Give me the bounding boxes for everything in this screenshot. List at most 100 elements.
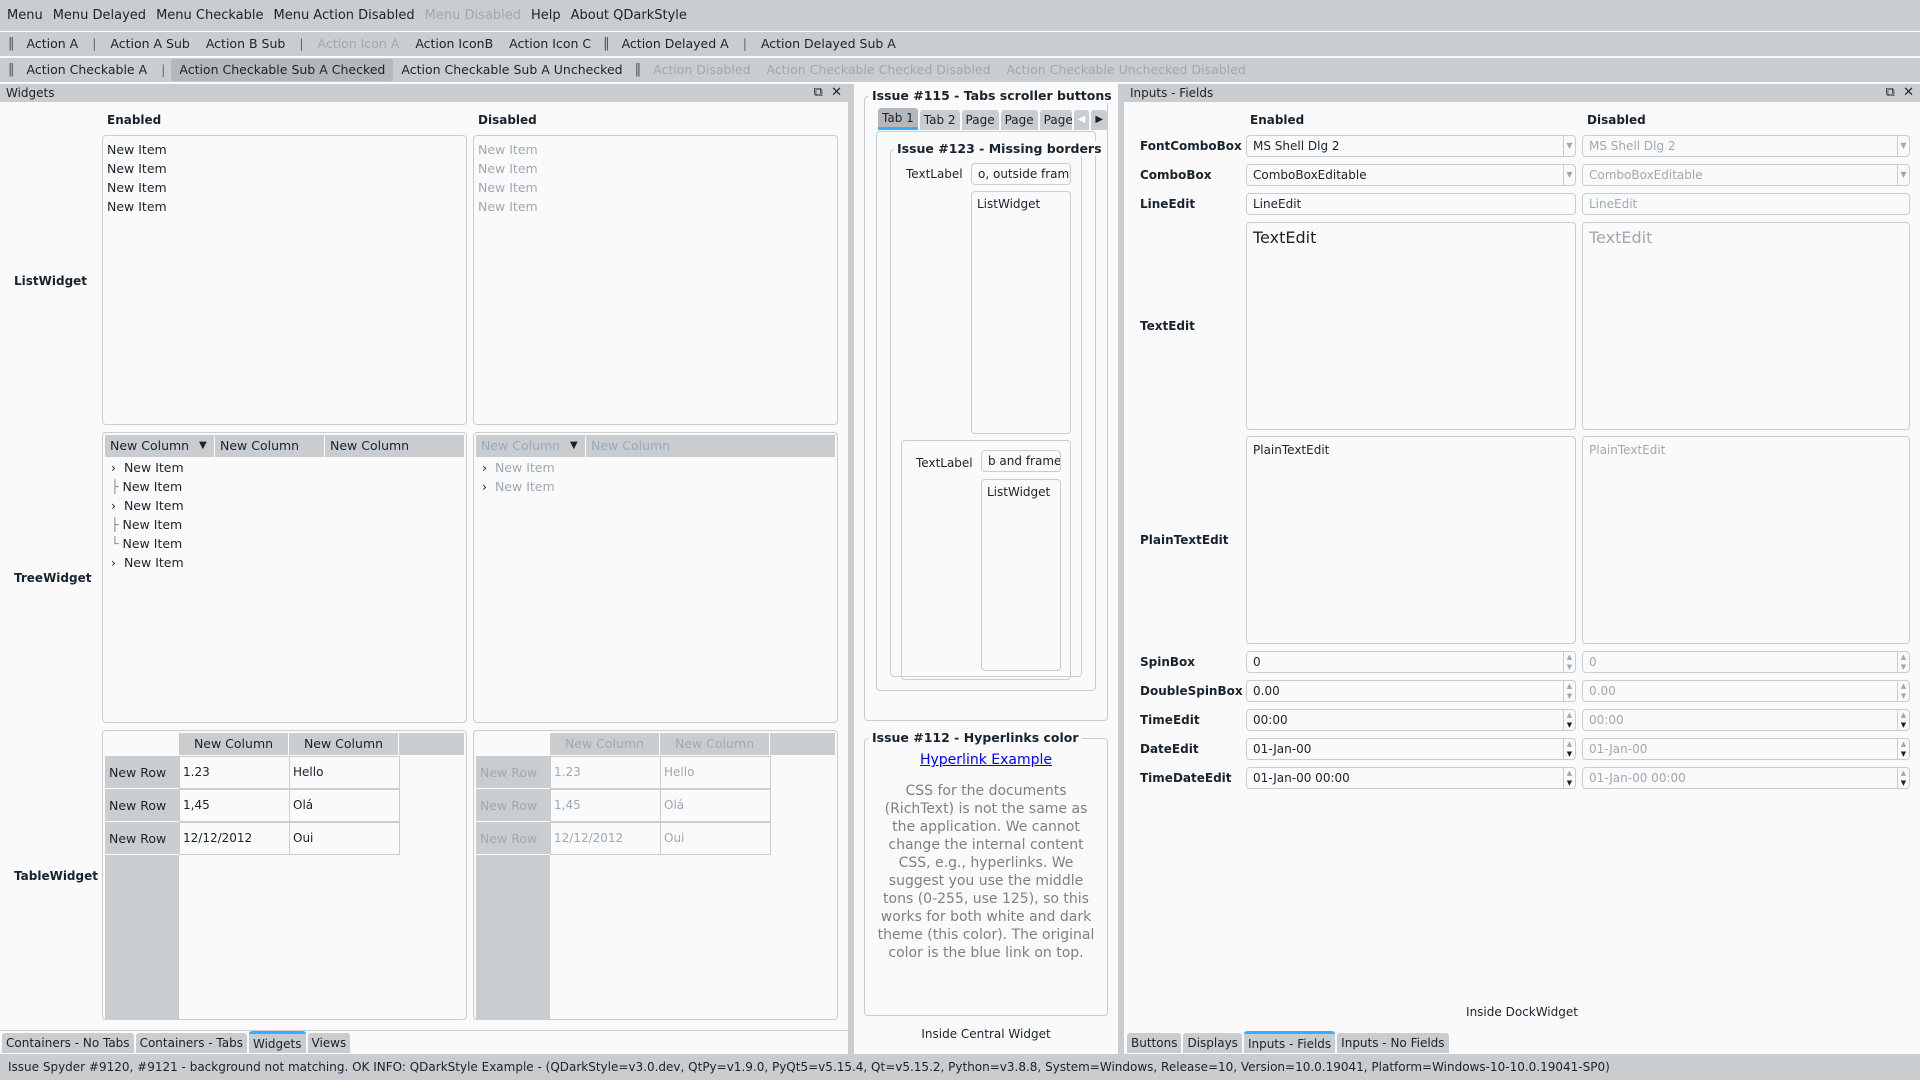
action-iconb[interactable]: Action IconB xyxy=(407,33,501,55)
action-checkable-sub-checked[interactable]: Action Checkable Sub A Checked xyxy=(171,59,394,81)
list-widget[interactable]: ListWidget xyxy=(971,191,1071,434)
tree-item[interactable]: └ New Item xyxy=(111,536,182,551)
row-header[interactable]: New Row xyxy=(105,822,179,855)
menu-delayed[interactable]: Menu Delayed xyxy=(48,0,151,31)
line-edit-tab-frame[interactable]: b and frame xyxy=(981,450,1061,472)
action-checkable-a[interactable]: Action Checkable A xyxy=(19,59,156,81)
action-a-sub[interactable]: Action A Sub xyxy=(102,33,197,55)
column-header[interactable]: New Column xyxy=(289,733,399,755)
menu-about[interactable]: About QDarkStyle xyxy=(566,0,692,31)
table-cell[interactable]: Hello xyxy=(289,756,400,789)
tab-displays[interactable]: Displays xyxy=(1183,1033,1242,1053)
toolbar-separator: | xyxy=(299,36,304,51)
row-header: New Row xyxy=(476,756,550,789)
time-edit[interactable]: 00:00 ▲ ▼ xyxy=(1246,709,1576,731)
close-icon[interactable]: ✕ xyxy=(1903,85,1914,100)
action-delayed-sub-a[interactable]: Action Delayed Sub A xyxy=(753,33,904,55)
line-edit[interactable]: LineEdit xyxy=(1246,193,1576,215)
spin-arrows-icon[interactable]: ▲ ▼ xyxy=(1563,681,1575,701)
list-item[interactable]: ListWidget xyxy=(977,197,1040,211)
float-icon[interactable]: ⧉ xyxy=(814,85,823,100)
column-header[interactable]: New Column xyxy=(179,733,289,755)
dropdown-arrow-icon[interactable]: ▼ xyxy=(1563,165,1575,185)
tab-scroll-right-icon[interactable]: ▶ xyxy=(1091,110,1108,130)
list-item[interactable]: New Item xyxy=(103,159,466,178)
list-item[interactable]: ListWidget xyxy=(987,485,1050,499)
text-edit[interactable]: TextEdit xyxy=(1246,222,1576,430)
tab-views[interactable]: Views xyxy=(307,1033,351,1053)
column-header[interactable]: New Column ▼ xyxy=(105,435,215,457)
toolbar-grip-icon[interactable]: ‖ xyxy=(631,59,646,81)
tree-widget-disabled: New Column ▼ New Column › New Item › New … xyxy=(473,432,838,723)
column-header[interactable]: New Column xyxy=(325,435,464,457)
close-icon[interactable]: ✕ xyxy=(831,85,842,100)
menu-menu[interactable]: Menu xyxy=(2,0,48,31)
inputs-dock-titlebar[interactable]: Inputs - Fields ⧉ ✕ xyxy=(1124,84,1920,102)
spin-arrows-icon[interactable]: ▲ ▼ xyxy=(1563,739,1575,759)
tree-item[interactable]: ├ New Item xyxy=(111,517,182,532)
list-widget-enabled[interactable]: New Item New Item New Item New Item xyxy=(102,135,467,425)
hyperlink-example[interactable]: Hyperlink Example xyxy=(864,752,1108,768)
toolbar-grip-icon[interactable]: ‖ xyxy=(4,59,19,81)
line-edit-outside-frame[interactable]: o, outside frame xyxy=(971,163,1071,185)
expand-chevron-icon[interactable]: › xyxy=(111,555,116,570)
list-widget[interactable]: ListWidget xyxy=(981,479,1061,671)
tab-page[interactable]: Page xyxy=(1000,110,1038,130)
table-cell[interactable]: 1.23 xyxy=(179,756,290,789)
widgets-dock-titlebar[interactable]: Widgets ⧉ ✕ xyxy=(0,84,848,102)
float-icon[interactable]: ⧉ xyxy=(1886,85,1895,100)
double-spinbox[interactable]: 0.00 ▲ ▼ xyxy=(1246,680,1576,702)
tab-inputs-no-fields[interactable]: Inputs - No Fields xyxy=(1337,1033,1449,1053)
menu-action-disabled[interactable]: Menu Action Disabled xyxy=(268,0,419,31)
tree-item[interactable]: › New Item xyxy=(111,460,184,475)
tree-item[interactable]: › New Item xyxy=(111,498,184,513)
toolbar-grip-icon[interactable]: ‖ xyxy=(599,33,614,55)
table-cell[interactable]: Oui xyxy=(289,822,400,855)
tab-page[interactable]: Page xyxy=(961,110,999,130)
row-header[interactable]: New Row xyxy=(105,789,179,822)
plain-text-edit[interactable]: PlainTextEdit xyxy=(1246,436,1576,644)
table-cell[interactable]: 12/12/2012 xyxy=(179,822,290,855)
tab-scroll-left-icon[interactable]: ◀ xyxy=(1073,110,1090,130)
tab-inputs-fields[interactable]: Inputs - Fields xyxy=(1243,1031,1336,1053)
tab-buttons[interactable]: Buttons xyxy=(1127,1033,1182,1053)
menu-checkable[interactable]: Menu Checkable xyxy=(151,0,268,31)
action-icon-c[interactable]: Action Icon C xyxy=(501,33,599,55)
table-cell[interactable]: 1,45 xyxy=(179,789,290,822)
list-item[interactable]: New Item xyxy=(103,197,466,216)
tab-containers-no-tabs[interactable]: Containers - No Tabs xyxy=(2,1033,134,1053)
table-cell[interactable]: Olá xyxy=(289,789,400,822)
date-edit[interactable]: 01-Jan-00 ▲ ▼ xyxy=(1246,738,1576,760)
action-a[interactable]: Action A xyxy=(19,33,87,55)
table-widget-enabled[interactable]: New Column New Column New Row New Row Ne… xyxy=(102,730,467,1020)
font-combobox[interactable]: MS Shell Dlg 2 ▼ xyxy=(1246,135,1576,157)
tree-widget-enabled[interactable]: New Column ▼ New Column New Column › New … xyxy=(102,432,467,723)
menu-help[interactable]: Help xyxy=(526,0,566,31)
splitter[interactable] xyxy=(1118,84,1124,1054)
tab-1[interactable]: Tab 1 xyxy=(878,108,918,130)
tree-item[interactable]: ├ New Item xyxy=(111,479,182,494)
spin-arrows-icon[interactable]: ▲ ▼ xyxy=(1563,652,1575,672)
tree-item[interactable]: › New Item xyxy=(111,555,184,570)
action-delayed-a[interactable]: Action Delayed A xyxy=(614,33,737,55)
combobox[interactable]: ComboBoxEditable ▼ xyxy=(1246,164,1576,186)
spin-arrows-icon[interactable]: ▲ ▼ xyxy=(1563,768,1575,788)
spin-arrows-icon[interactable]: ▲ ▼ xyxy=(1563,710,1575,730)
row-header[interactable]: New Row xyxy=(105,756,179,789)
splitter[interactable] xyxy=(848,84,854,1054)
list-item[interactable]: New Item xyxy=(103,178,466,197)
list-item[interactable]: New Item xyxy=(103,140,466,159)
action-checkable-sub-unchecked[interactable]: Action Checkable Sub A Unchecked xyxy=(393,59,630,81)
dropdown-arrow-icon[interactable]: ▼ xyxy=(1563,136,1575,156)
datetime-edit[interactable]: 01-Jan-00 00:00 ▲ ▼ xyxy=(1246,767,1576,789)
expand-chevron-icon[interactable]: › xyxy=(111,460,116,475)
tab-page[interactable]: Page xyxy=(1039,110,1072,130)
expand-chevron-icon[interactable]: › xyxy=(111,498,116,513)
spinbox[interactable]: 0 ▲ ▼ xyxy=(1246,651,1576,673)
tab-containers-tabs[interactable]: Containers - Tabs xyxy=(135,1033,247,1053)
action-b-sub[interactable]: Action B Sub xyxy=(198,33,293,55)
column-header[interactable]: New Column xyxy=(215,435,325,457)
tab-widgets[interactable]: Widgets xyxy=(248,1031,306,1053)
tab-2[interactable]: Tab 2 xyxy=(919,110,960,130)
toolbar-grip-icon[interactable]: ‖ xyxy=(4,33,19,55)
